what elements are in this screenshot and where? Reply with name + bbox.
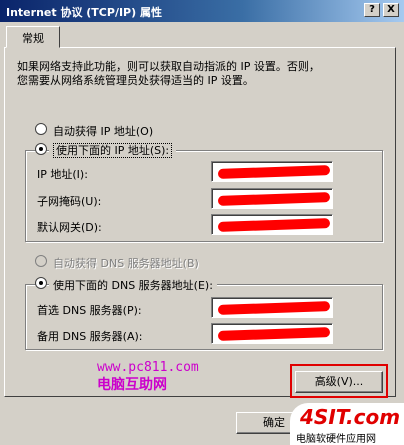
close-button[interactable]: X [383,3,399,17]
auto-dns-radio[interactable] [35,255,47,267]
manual-dns-radio[interactable] [35,277,47,289]
title-bar: Internet 协议 (TCP/IP) 属性 [0,0,404,22]
manual-ip-legend[interactable]: 使用下面的 IP 地址(S): [49,142,177,158]
alternate-dns-field[interactable] [211,323,333,344]
subnet-mask-label: 子网掩码(U): [37,195,102,208]
logo-text: 4SIT.com [300,405,401,429]
preferred-dns-field[interactable] [211,297,333,318]
highlight-box [290,364,388,398]
watermark-site-name: 电脑互助网 [97,377,167,393]
redaction-scribble [217,301,331,315]
tab-general-label: 常规 [22,32,44,45]
redaction-scribble [217,165,331,179]
default-gateway-label: 默认网关(D): [37,221,102,234]
auto-dns-label[interactable]: 自动获得 DNS 服务器地址(B) [53,255,199,271]
subnet-mask-field[interactable] [211,188,333,209]
watermark-url: www.pc811.com [97,360,199,375]
ip-address-label: IP 地址(I): [37,168,88,181]
manual-dns-label: 使用下面的 DNS 服务器地址(E): [53,279,213,292]
general-panel: 如果网络支持此功能，则可以获取自动指派的 IP 设置。否则， 您需要从网络系统管… [4,47,396,398]
logo-caption: 电脑软硬件应用网 [296,434,376,445]
alternate-dns-label: 备用 DNS 服务器(A): [37,330,143,343]
manual-ip-label: 使用下面的 IP 地址(S): [53,143,173,158]
redaction-scribble [217,218,331,232]
logo-watermark: 4SIT.com 电脑软硬件应用网 [290,403,404,445]
window-title: Internet 协议 (TCP/IP) 属性 [6,6,162,19]
redaction-scribble [217,192,331,206]
redaction-scribble [217,327,331,341]
help-button[interactable]: ? [364,3,380,17]
tab-general[interactable]: 常规 [6,26,60,48]
auto-ip-label[interactable]: 自动获得 IP 地址(O) [53,123,153,139]
auto-ip-radio[interactable] [35,123,47,135]
manual-ip-radio[interactable] [35,143,47,155]
ip-address-field[interactable] [211,161,333,182]
manual-dns-legend[interactable]: 使用下面的 DNS 服务器地址(E): [49,277,217,293]
default-gateway-field[interactable] [211,214,333,235]
preferred-dns-label: 首选 DNS 服务器(P): [37,304,142,317]
description-line-2: 您需要从网络系统管理员处获得适当的 IP 设置。 [17,74,254,87]
